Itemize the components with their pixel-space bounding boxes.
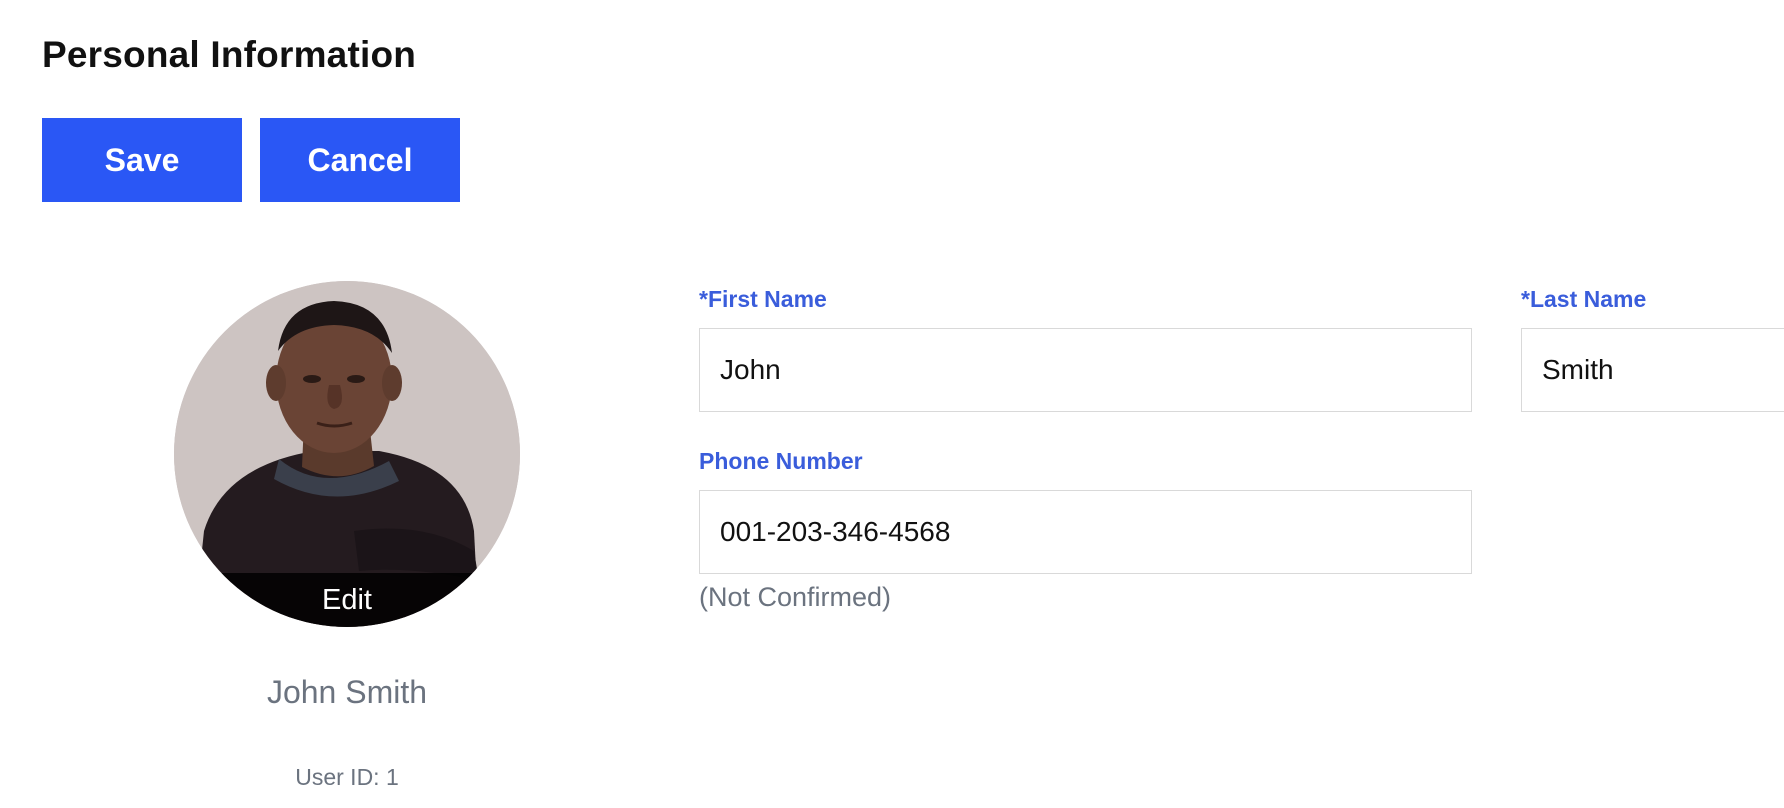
phone-confirmation-status: (Not Confirmed) — [699, 582, 892, 612]
last-name-label: *Last Name — [1521, 286, 1647, 312]
user-id: User ID: 1 — [174, 764, 520, 791]
phone-number-input[interactable] — [699, 490, 1472, 574]
save-button[interactable]: Save — [42, 118, 242, 202]
first-name-label: *First Name — [699, 286, 827, 312]
user-id-value: 1 — [385, 764, 399, 790]
profile-display-name: John Smith — [266, 674, 428, 710]
phone-number-label: Phone Number — [699, 448, 863, 474]
cancel-button[interactable]: Cancel — [260, 118, 460, 202]
first-name-input[interactable] — [699, 328, 1472, 412]
user-id-label: User ID: — [295, 764, 380, 790]
last-name-input[interactable] — [1521, 328, 1784, 412]
personal-information-page: Personal Information Save Cancel Edit Jo… — [0, 0, 1784, 808]
avatar[interactable]: Edit — [174, 281, 520, 627]
page-title: Personal Information — [42, 34, 417, 75]
avatar-edit-button[interactable]: Edit — [174, 573, 520, 627]
